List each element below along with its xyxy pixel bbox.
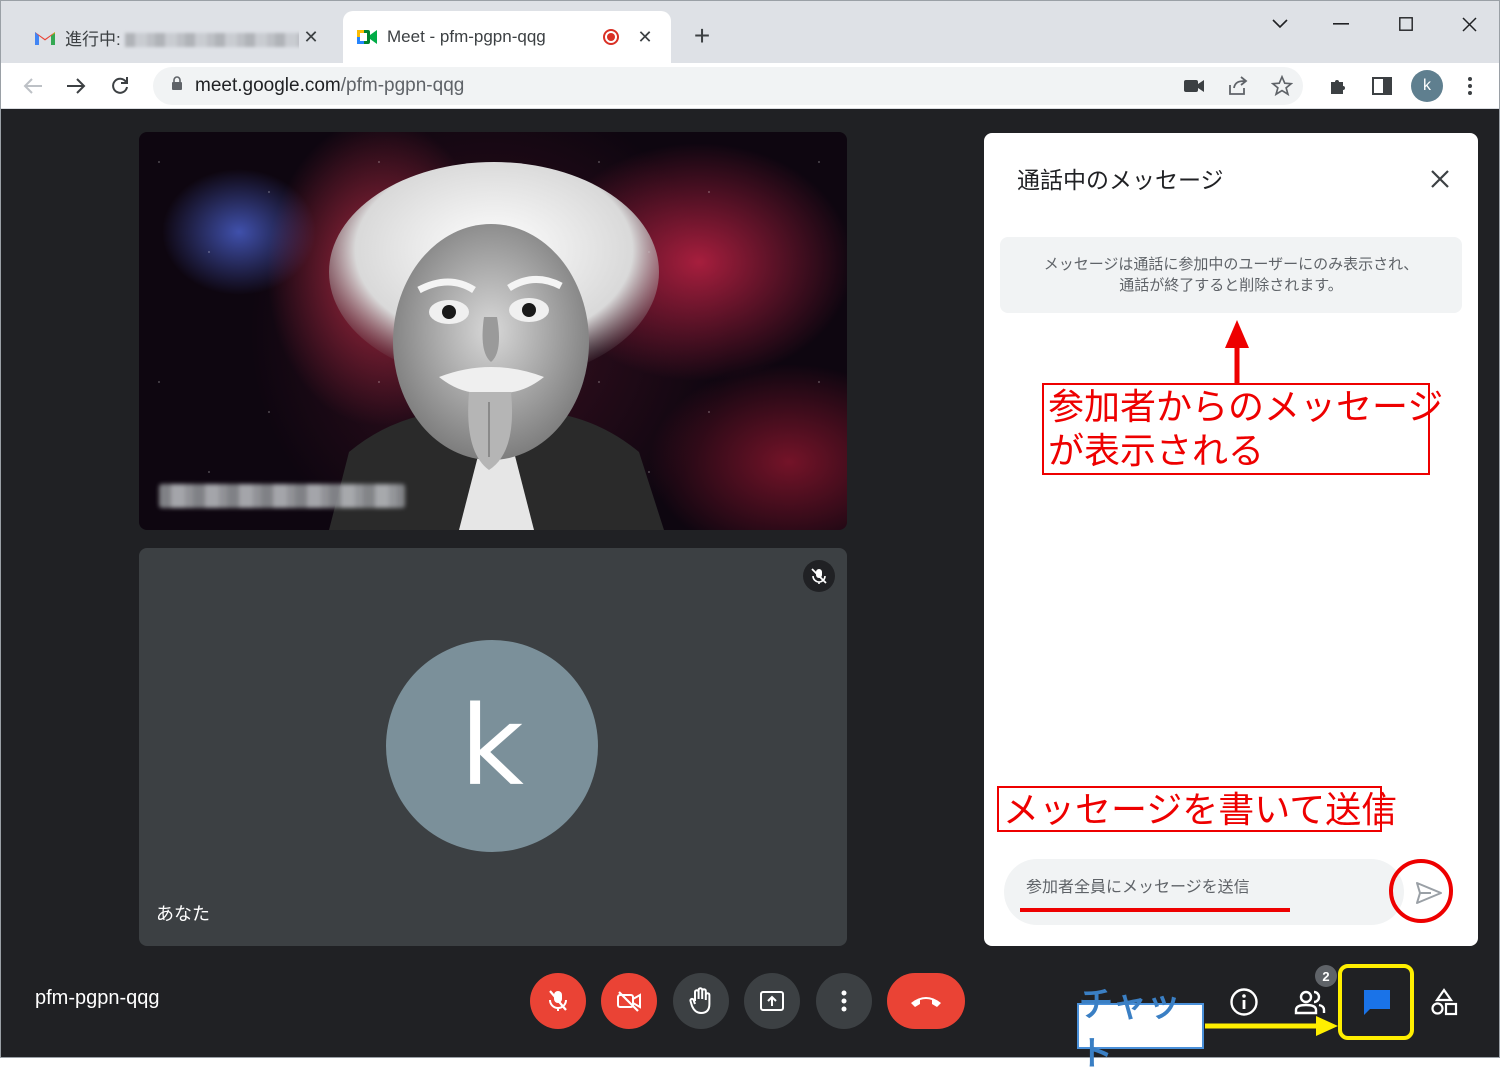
browser-menu-icon[interactable] bbox=[1455, 71, 1485, 101]
tab-close-icon[interactable]: ✕ bbox=[299, 25, 323, 49]
chat-button[interactable] bbox=[1358, 983, 1396, 1021]
mic-off-icon bbox=[549, 990, 567, 1011]
participants-count-badge: 2 bbox=[1315, 965, 1337, 987]
participant-name-redacted bbox=[159, 484, 405, 508]
address-bar[interactable]: meet.google.com/pfm-pgpn-qqg bbox=[153, 67, 1303, 105]
send-message-button[interactable] bbox=[1406, 870, 1452, 916]
tab-strip: 進行中: ✕ Meet - pfm-pgpn-qqg ✕ + bbox=[1, 1, 1499, 63]
share-icon[interactable] bbox=[1225, 73, 1251, 99]
meeting-details-button[interactable] bbox=[1225, 983, 1263, 1021]
participant-video-image bbox=[329, 162, 664, 530]
present-screen-button[interactable] bbox=[744, 973, 800, 1029]
camera-in-use-icon[interactable] bbox=[1181, 73, 1207, 99]
meet-icon bbox=[355, 27, 379, 47]
tab-title: 進行中: bbox=[65, 29, 121, 49]
chat-notice: メッセージは通話に参加中のユーザーにのみ表示され、 通話が終了すると削除されます… bbox=[1000, 237, 1462, 313]
gmail-icon bbox=[33, 27, 57, 47]
meeting-code: pfm-pgpn-qqg bbox=[35, 987, 160, 1009]
annotation-chat-label: チャット bbox=[1077, 986, 1204, 1070]
camera-off-icon bbox=[617, 991, 641, 1012]
participant-video-tile[interactable] bbox=[139, 132, 847, 530]
bookmark-star-icon[interactable] bbox=[1269, 73, 1295, 99]
self-video-tile[interactable]: k あなた bbox=[139, 548, 847, 946]
tab-gmail[interactable]: 進行中: ✕ bbox=[21, 11, 337, 63]
minimize-icon[interactable] bbox=[1316, 9, 1366, 39]
maximize-icon[interactable] bbox=[1381, 9, 1431, 39]
recording-indicator-icon bbox=[603, 29, 619, 45]
url-path: /pfm-pgpn-qqg bbox=[340, 75, 465, 96]
profile-avatar[interactable]: k bbox=[1411, 70, 1443, 102]
camera-toggle-button[interactable] bbox=[601, 973, 657, 1029]
hang-up-icon bbox=[911, 997, 941, 1007]
tab-meet[interactable]: Meet - pfm-pgpn-qqg ✕ bbox=[343, 11, 671, 63]
chat-message-input[interactable] bbox=[1026, 879, 1346, 897]
browser-window: 進行中: ✕ Meet - pfm-pgpn-qqg ✕ + meet.goog… bbox=[0, 0, 1500, 1058]
forward-arrow-icon[interactable] bbox=[61, 71, 91, 101]
url-host: meet.google.com bbox=[195, 75, 341, 96]
lock-icon bbox=[171, 76, 183, 96]
info-icon bbox=[1230, 988, 1258, 1016]
back-arrow-icon[interactable] bbox=[18, 71, 48, 101]
annotation-text-line2: が表示される bbox=[1048, 430, 1265, 471]
more-vert-icon bbox=[841, 990, 847, 1012]
shapes-icon bbox=[1431, 988, 1458, 1016]
activities-button[interactable] bbox=[1425, 983, 1463, 1021]
participants-button[interactable] bbox=[1291, 983, 1329, 1021]
tab-search-chevron-icon[interactable] bbox=[1255, 9, 1305, 39]
close-icon bbox=[1431, 170, 1449, 188]
chat-panel-title: 通話中のメッセージ bbox=[1017, 167, 1224, 193]
extensions-puzzle-icon[interactable] bbox=[1323, 71, 1353, 101]
window-close-icon[interactable] bbox=[1444, 9, 1494, 39]
tab-close-icon[interactable]: ✕ bbox=[633, 25, 657, 49]
self-avatar: k bbox=[386, 640, 598, 852]
present-icon bbox=[760, 991, 784, 1011]
people-icon bbox=[1294, 990, 1326, 1015]
annotation-text-line1: 参加者からのメッセージ bbox=[1048, 386, 1444, 427]
side-panel-icon[interactable] bbox=[1367, 71, 1397, 101]
browser-toolbar: meet.google.com/pfm-pgpn-qqg k bbox=[1, 63, 1499, 109]
mic-toggle-button[interactable] bbox=[530, 973, 586, 1029]
mic-off-icon bbox=[803, 560, 835, 592]
chat-notice-line1: メッセージは通話に参加中のユーザーにのみ表示され、 bbox=[1043, 256, 1419, 273]
chat-message-field[interactable] bbox=[1004, 859, 1404, 925]
chat-notice-line2: 通話が終了すると削除されます。 bbox=[1119, 277, 1343, 294]
chat-close-button[interactable] bbox=[1422, 161, 1458, 197]
leave-call-button[interactable] bbox=[887, 973, 965, 1029]
meet-main: k あなた 通話中のメッセージ メッセージは通話に参加中のユーザーにのみ表示され… bbox=[1, 110, 1499, 1057]
reload-icon[interactable] bbox=[105, 71, 135, 101]
annotation-write-and-send: メッセージを書いて送信 bbox=[997, 786, 1397, 832]
self-name-label: あなた bbox=[156, 904, 210, 924]
redacted-text bbox=[124, 33, 299, 48]
hand-icon bbox=[689, 987, 711, 1014]
chat-bubble-icon bbox=[1364, 990, 1390, 1015]
more-options-button[interactable] bbox=[816, 973, 872, 1029]
annotation-messages-shown: 参加者からのメッセージ が表示される bbox=[1042, 383, 1444, 475]
raise-hand-button[interactable] bbox=[673, 973, 729, 1029]
new-tab-button[interactable]: + bbox=[687, 20, 717, 51]
tab-title: Meet - pfm-pgpn-qqg bbox=[387, 27, 546, 46]
send-icon bbox=[1416, 882, 1442, 904]
